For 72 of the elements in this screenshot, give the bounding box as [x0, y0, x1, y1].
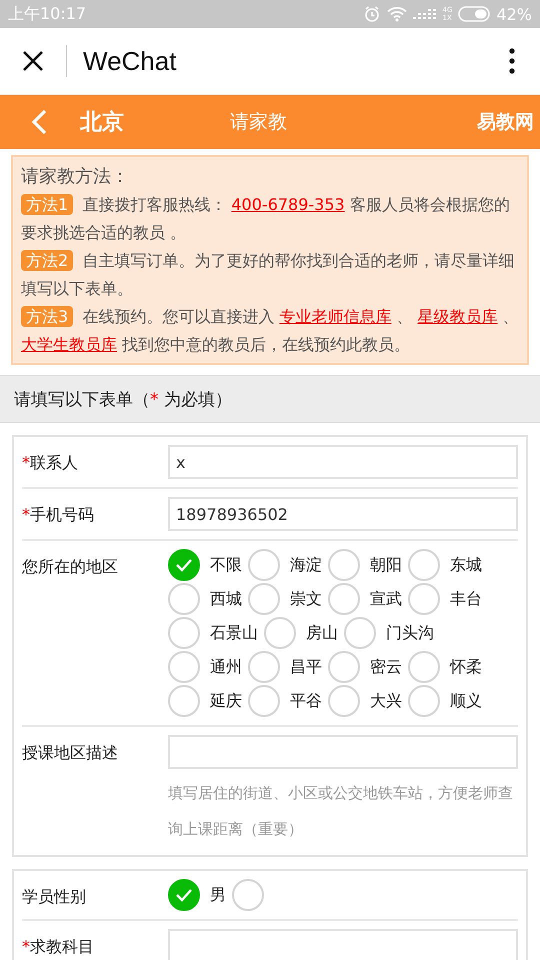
method-text: 方法2 自主填写订单。为了更好的帮你找到合适的老师，请尽量详细填写以下表单。: [21, 249, 516, 300]
method-badge: 方法3: [21, 306, 74, 327]
window-title: WeChat: [83, 46, 178, 76]
field-label: 学员性别: [22, 886, 87, 907]
radio-button[interactable]: [168, 549, 200, 581]
field-label: 授课地区描述: [22, 742, 119, 763]
back-button[interactable]: [30, 108, 48, 136]
radio-label[interactable]: 男: [210, 884, 226, 906]
radio-button[interactable]: [168, 617, 200, 649]
brand-label: 易教网: [477, 110, 534, 135]
field-hint: 填写居住的街道、小区或公交地铁车站，方便老师查询上课距离（重要）: [168, 783, 514, 840]
radio-button[interactable]: [168, 583, 200, 615]
radio-label[interactable]: 房山: [306, 622, 338, 644]
input-field[interactable]: [168, 929, 518, 960]
radio-label[interactable]: 西城: [210, 588, 242, 610]
radio-button[interactable]: [248, 685, 280, 717]
battery-level: 42%: [496, 4, 532, 24]
radio-label[interactable]: 密云: [370, 656, 402, 678]
radio-label[interactable]: 大兴: [370, 690, 402, 712]
radio-label[interactable]: 石景山: [210, 622, 258, 644]
checkmark-icon: [175, 558, 193, 572]
field-label: *求教科目: [22, 936, 95, 957]
method-text: 方法3 在线预约。您可以直接进入 专业老师信息库 、 星级教员库 、 大学生教员库 找到您中意的教员后，在线预约此教员。: [21, 305, 519, 356]
radio-label[interactable]: 朝阳: [370, 554, 402, 576]
field-label: *联系人: [22, 452, 79, 473]
radio-button[interactable]: [248, 549, 280, 581]
radio-button[interactable]: [408, 685, 440, 717]
radio-label[interactable]: 宣武: [370, 588, 402, 610]
alarm-icon: [362, 5, 381, 23]
field-label: 您所在的地区: [22, 556, 119, 577]
radio-button[interactable]: [248, 583, 280, 615]
radio-button[interactable]: [328, 583, 360, 615]
radio-button[interactable]: [232, 879, 264, 911]
radio-label[interactable]: 不限: [210, 554, 242, 576]
input-field[interactable]: 18978936502: [168, 497, 518, 531]
radio-label[interactable]: 延庆: [210, 690, 242, 712]
radio-button[interactable]: [328, 549, 360, 581]
radio-button[interactable]: [344, 617, 376, 649]
method-badge: 方法1: [21, 194, 74, 215]
radio-label[interactable]: 通州: [210, 656, 242, 678]
radio-label[interactable]: 门头沟: [386, 622, 434, 644]
radio-button[interactable]: [328, 651, 360, 683]
radio-button[interactable]: [264, 617, 296, 649]
wifi-icon: [386, 6, 407, 22]
notice-heading: 请家教方法：: [21, 165, 130, 189]
battery-icon: [458, 6, 490, 22]
radio-button[interactable]: [408, 651, 440, 683]
signal-icon: [412, 7, 437, 21]
method-text: 方法1 直接拨打客服热线： 400-6789-353 客服人员将会根据您的要求挑选合适的教员 。: [21, 193, 511, 244]
radio-button[interactable]: [168, 651, 200, 683]
input-field[interactable]: x: [168, 445, 518, 479]
radio-label[interactable]: 丰台: [450, 588, 482, 610]
radio-label[interactable]: 平谷: [290, 690, 322, 712]
radio-label[interactable]: 顺义: [450, 690, 482, 712]
radio-label[interactable]: 海淀: [290, 554, 322, 576]
radio-label[interactable]: 东城: [450, 554, 482, 576]
radio-button[interactable]: [408, 549, 440, 581]
input-field[interactable]: [168, 735, 518, 769]
field-label: *手机号码: [22, 504, 95, 525]
radio-button[interactable]: [328, 685, 360, 717]
radio-label[interactable]: 昌平: [290, 656, 322, 678]
radio-button[interactable]: [248, 651, 280, 683]
status-time: 上午10:17: [8, 4, 86, 24]
page-title: 请家教: [230, 110, 288, 135]
radio-button[interactable]: [168, 685, 200, 717]
radio-label[interactable]: 怀柔: [450, 656, 482, 678]
form-title: 请填写以下表单（* 为必填）: [14, 388, 232, 410]
radio-label[interactable]: 崇文: [290, 588, 322, 610]
radio-button[interactable]: [168, 879, 200, 911]
method-badge: 方法2: [21, 250, 74, 271]
radio-button[interactable]: [408, 583, 440, 615]
checkmark-icon: [175, 888, 193, 902]
